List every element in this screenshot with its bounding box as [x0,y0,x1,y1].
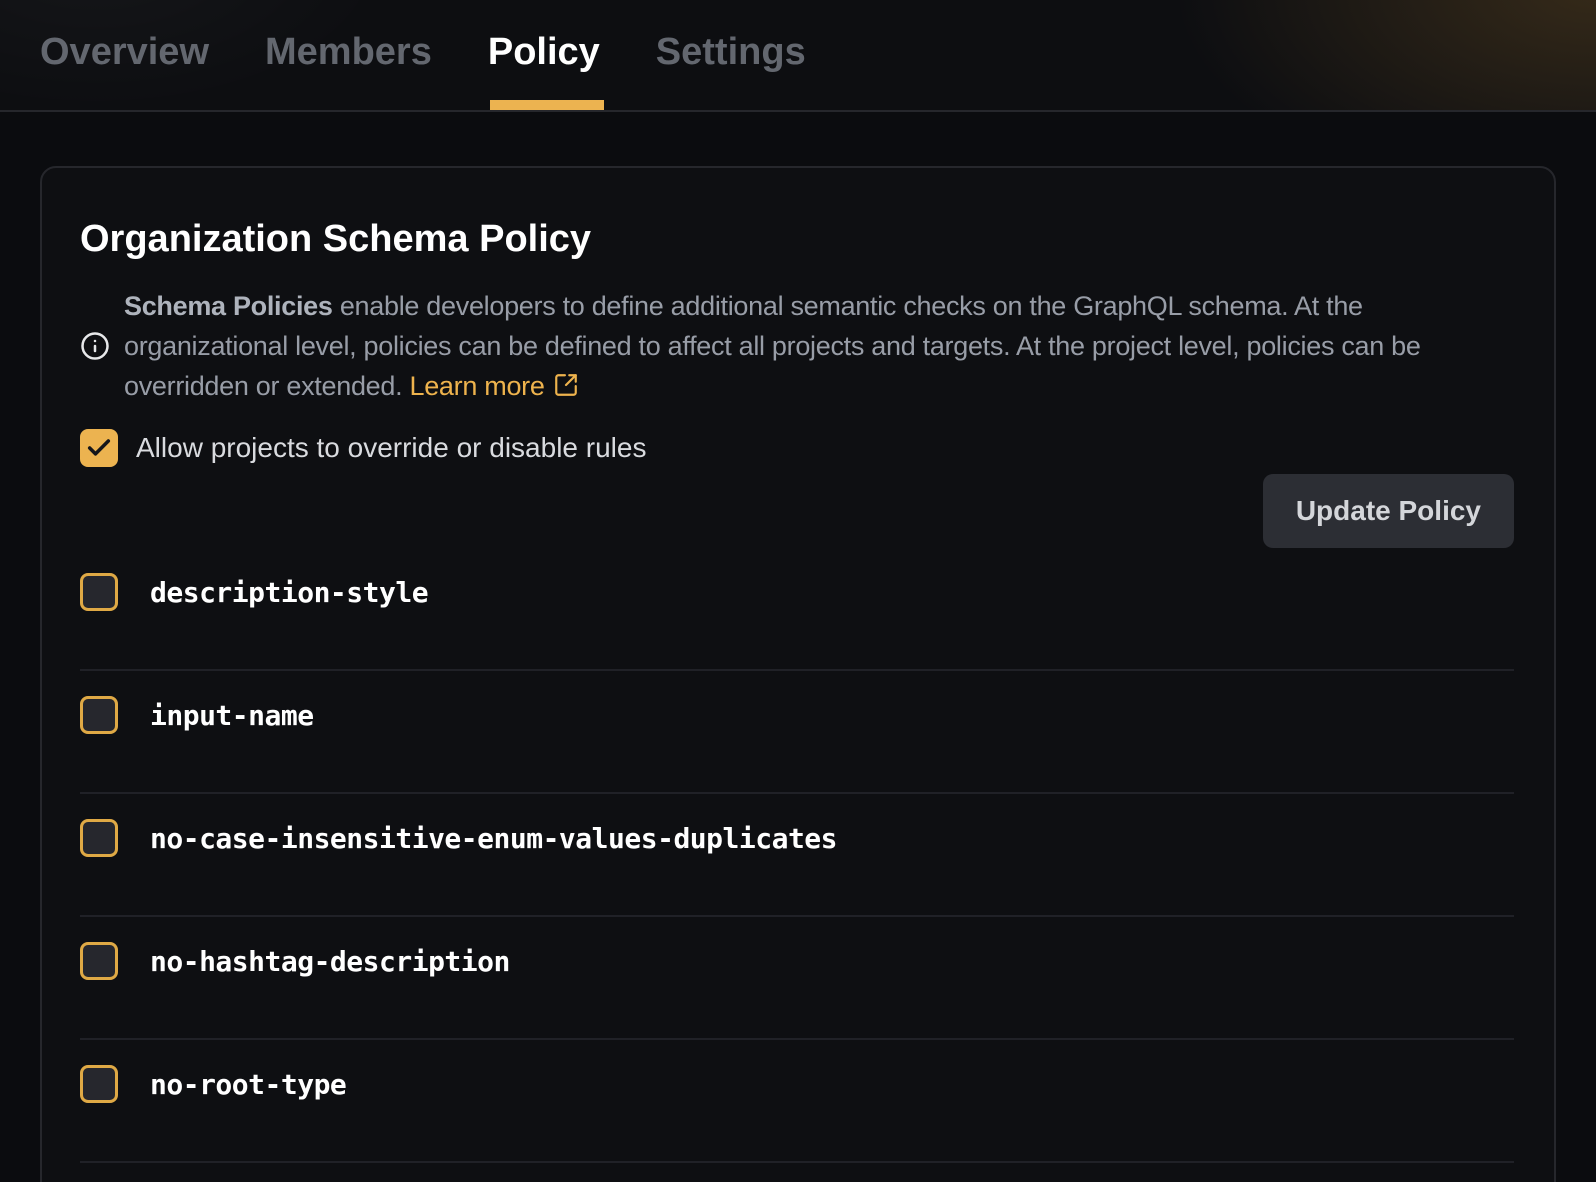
update-policy-button[interactable]: Update Policy [1263,474,1514,548]
rule-checkbox-description-style[interactable] [80,573,118,611]
tab-members[interactable]: Members [265,0,432,110]
tab-overview[interactable]: Overview [40,0,209,110]
rule-name: input-name [150,699,314,732]
tab-policy[interactable]: Policy [488,0,600,110]
tabs: Overview Members Policy Settings [0,0,1596,110]
rule-name: no-hashtag-description [150,945,510,978]
learn-more-link[interactable]: Learn more [410,371,579,401]
rule-row-no-hashtag-description: no-hashtag-description [80,917,1514,1040]
policy-info-banner: Schema Policies enable developers to def… [80,286,1514,406]
learn-more-label: Learn more [410,371,545,401]
tab-policy-label: Policy [488,31,600,74]
allow-override-row: Allow projects to override or disable ru… [80,428,1514,468]
rule-row-no-case-insensitive-enum-values-duplicates: no-case-insensitive-enum-values-duplicat… [80,794,1514,917]
info-icon [80,331,110,361]
rule-row-input-name: input-name [80,671,1514,794]
rule-checkbox-no-case-insensitive-enum-values-duplicates[interactable] [80,819,118,857]
tab-members-label: Members [265,31,432,74]
rule-checkbox-no-root-type[interactable] [80,1065,118,1103]
rule-name: description-style [150,576,428,609]
rule-name: no-case-insensitive-enum-values-duplicat… [150,822,837,855]
rules-list: description-style input-name no-case-ins… [80,548,1514,1163]
rule-name: no-root-type [150,1068,346,1101]
tab-settings-label: Settings [656,31,806,74]
page-title: Organization Schema Policy [80,216,1514,262]
rule-row-no-root-type: no-root-type [80,1040,1514,1163]
tab-bar: Overview Members Policy Settings [0,0,1596,112]
button-row: Update Policy [80,474,1514,548]
check-icon [85,434,113,462]
allow-override-checkbox[interactable] [80,429,118,467]
main-content: Organization Schema Policy Schema Polici… [0,112,1596,1182]
tab-settings[interactable]: Settings [656,0,806,110]
tab-overview-label: Overview [40,31,209,74]
rule-row-description-style: description-style [80,548,1514,671]
schema-policy-card: Organization Schema Policy Schema Polici… [40,166,1556,1182]
policy-description-bold: Schema Policies [124,291,333,321]
rule-checkbox-input-name[interactable] [80,696,118,734]
policy-description: Schema Policies enable developers to def… [124,286,1514,406]
active-tab-underline [490,100,604,110]
rule-checkbox-no-hashtag-description[interactable] [80,942,118,980]
external-link-icon [553,372,579,398]
allow-override-label: Allow projects to override or disable ru… [136,432,646,464]
